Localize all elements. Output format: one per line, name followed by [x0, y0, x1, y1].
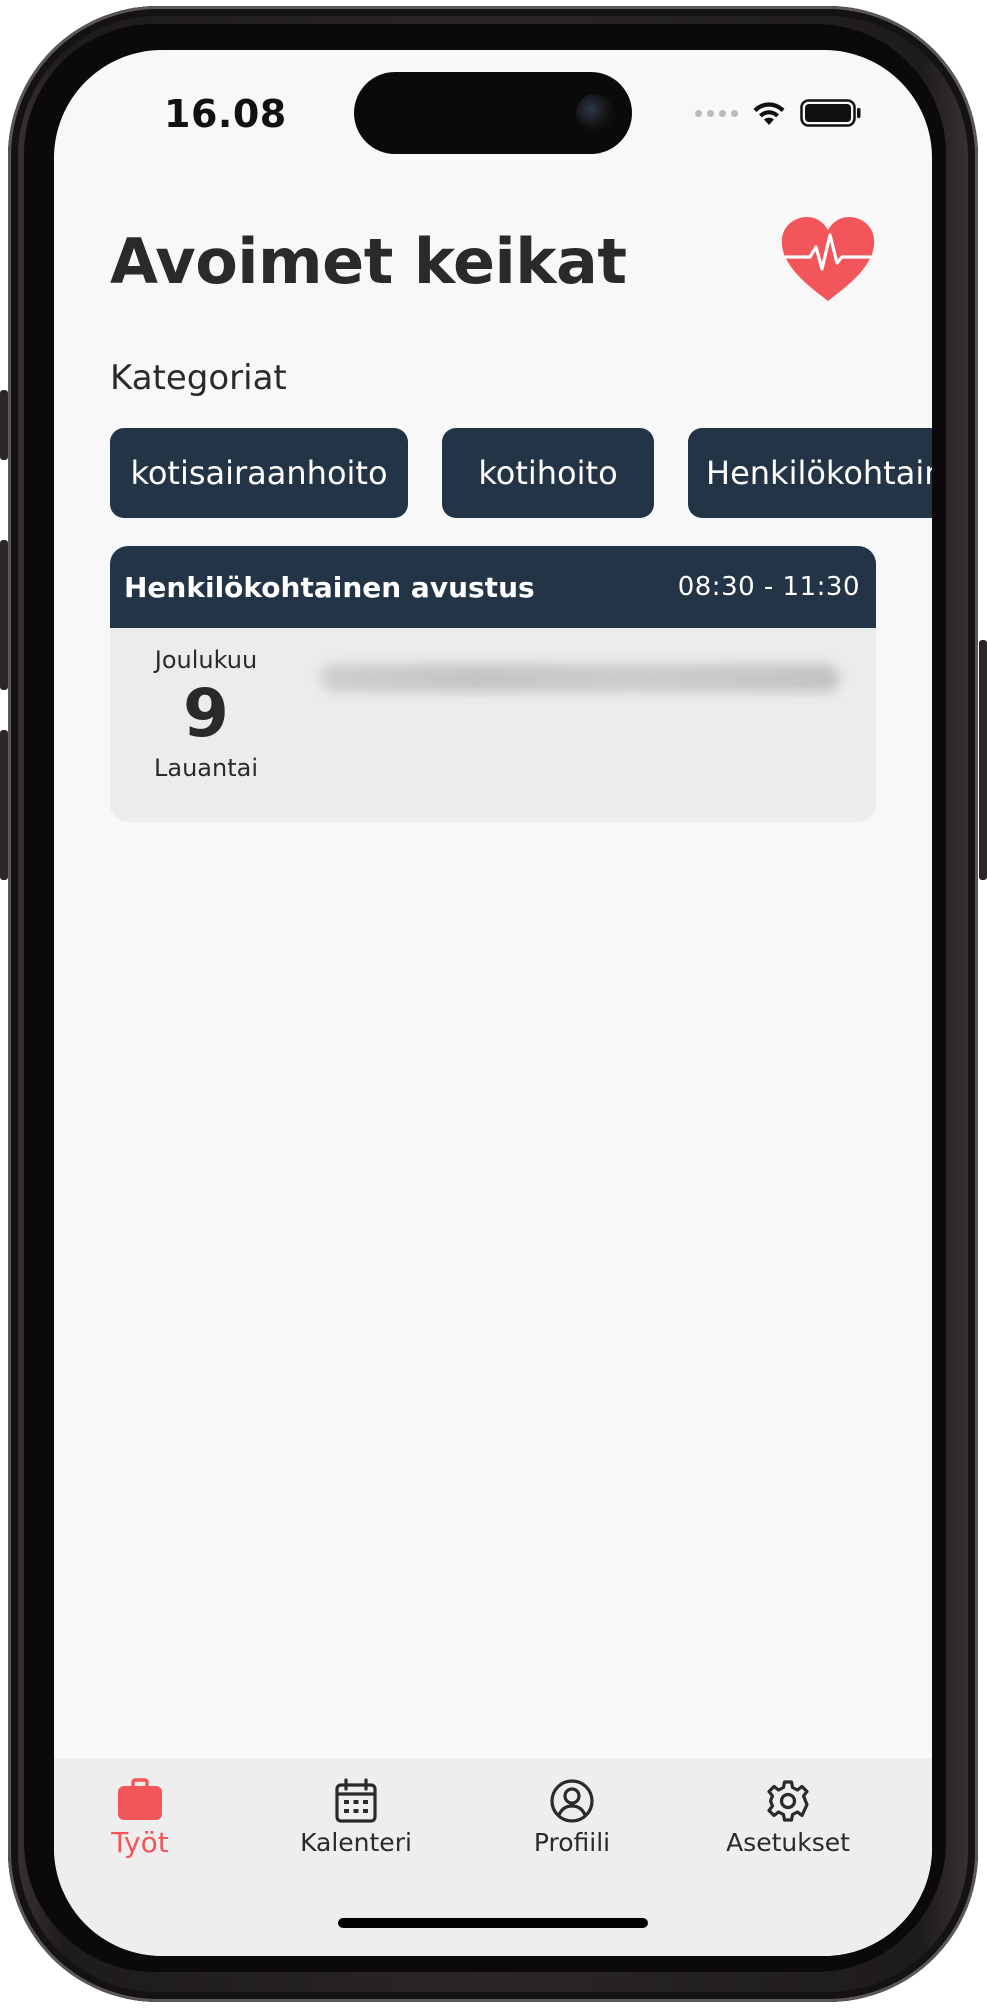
phone-action-button [0, 390, 8, 460]
wifi-icon [753, 102, 785, 125]
calendar-icon [335, 1778, 377, 1823]
job-card[interactable]: Henkilökohtainen avustus 08:30 - 11:30 J… [110, 546, 876, 822]
job-month: Joulukuu [154, 646, 258, 674]
status-icons [695, 98, 862, 128]
category-chip-kotihoito[interactable]: kotihoito [442, 428, 654, 518]
category-chip-kotisairaanhoito[interactable]: kotisairaanhoito [110, 428, 408, 518]
status-time: 16.08 [164, 92, 287, 136]
page-title: Avoimet keikat [110, 225, 627, 298]
job-title: Henkilökohtainen avustus [124, 570, 535, 604]
nav-item-profiili[interactable]: Profiili [472, 1778, 672, 1857]
nav-item-kalenteri[interactable]: Kalenteri [256, 1778, 456, 1857]
briefcase-icon [118, 1778, 162, 1820]
categories-heading: Kategoriat [110, 358, 287, 398]
job-date: Joulukuu 9 Lauantai [110, 646, 302, 782]
job-day: 9 [183, 675, 229, 752]
phone-volume-up-button [0, 540, 8, 690]
phone-volume-down-button [0, 730, 8, 880]
category-chip-list[interactable]: kotisairaanhoito kotihoito Henkilökohtai… [110, 428, 932, 520]
nav-item-tyot[interactable]: Työt [54, 1778, 240, 1859]
job-weekday: Lauantai [154, 754, 258, 782]
job-card-header: Henkilökohtainen avustus 08:30 - 11:30 [110, 546, 876, 628]
nav-item-asetukset[interactable]: Asetukset [688, 1778, 888, 1857]
front-camera [576, 94, 614, 132]
nav-label-tyot: Työt [111, 1826, 169, 1859]
category-chip-henkilokohtainen-avustus[interactable]: Henkilökohtainen avustus [688, 428, 932, 518]
phone-power-button [979, 640, 987, 880]
user-circle-icon [550, 1779, 594, 1823]
device-mockup: 16.08 Avoimet keikat Kategoriat kotisair… [0, 0, 987, 2008]
gear-icon [767, 1780, 809, 1822]
nav-label-profiili: Profiili [533, 1828, 611, 1857]
cellular-signal-icon [695, 109, 738, 117]
app-screen: 16.08 Avoimet keikat Kategoriat kotisair… [54, 50, 932, 1956]
nav-label-asetukset: Asetukset [726, 1828, 850, 1857]
heart-pulse-icon [781, 217, 875, 301]
dynamic-island [354, 72, 632, 154]
job-time: 08:30 - 11:30 [677, 572, 860, 602]
battery-icon [800, 99, 861, 127]
bottom-nav: Työt Kalenteri Profiili Asetukset [54, 1758, 932, 1956]
home-indicator[interactable] [338, 1918, 648, 1928]
job-address-redacted [320, 664, 840, 692]
nav-label-kalenteri: Kalenteri [300, 1828, 412, 1857]
